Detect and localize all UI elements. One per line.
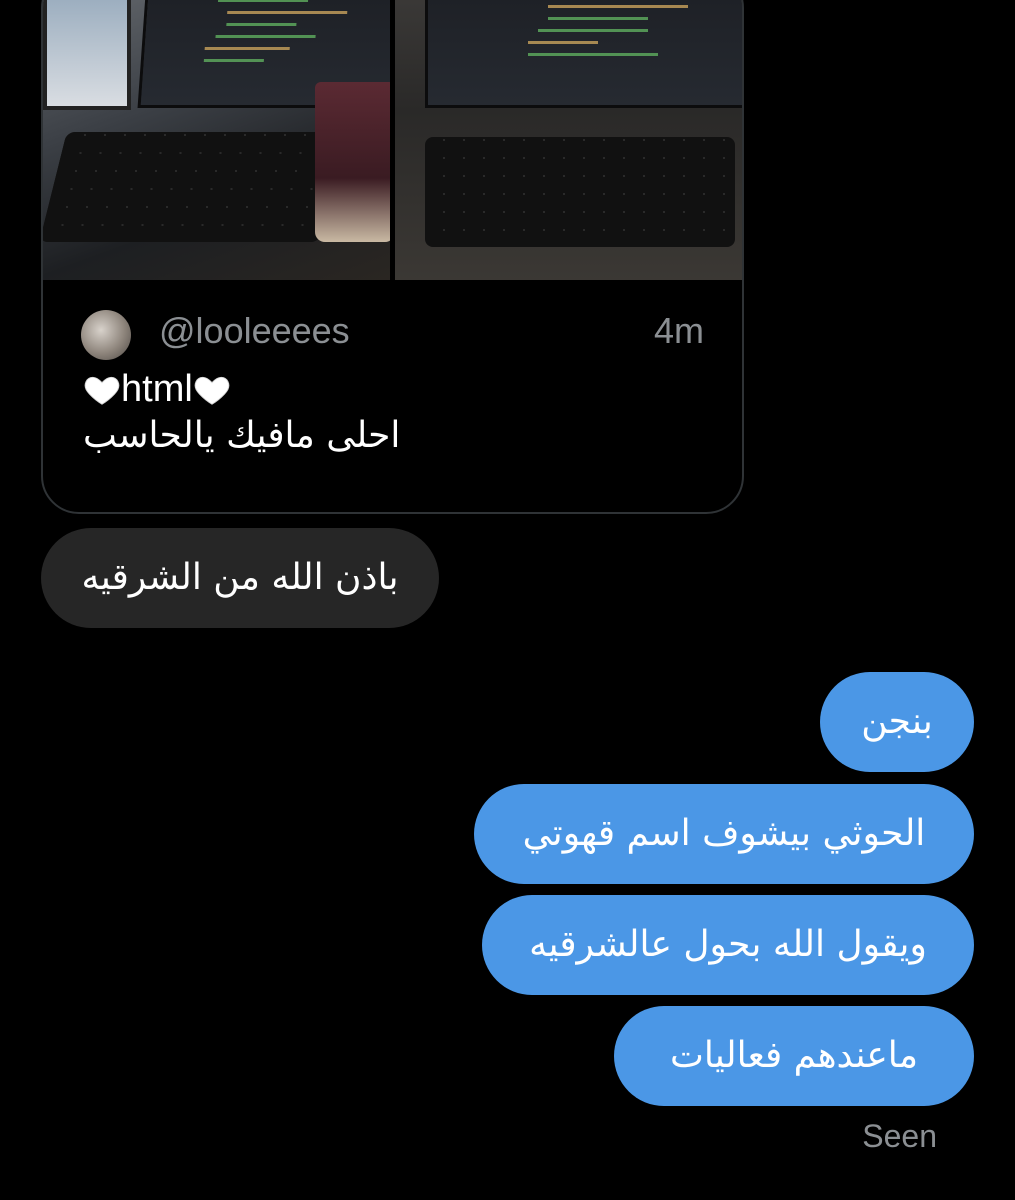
tweet-photo-laptop[interactable] (395, 0, 742, 280)
message-bubble-outgoing[interactable]: ويقول الله بحول عالشرقيه (482, 895, 974, 995)
seen-status: Seen (862, 1118, 937, 1154)
message-bubble-incoming[interactable]: باذن الله من الشرقيه (41, 528, 439, 628)
message-bubble-outgoing[interactable]: ماعندهم فعاليات (614, 1006, 974, 1106)
tweet-media (43, 0, 742, 280)
tweet-timestamp: 4m (653, 310, 704, 351)
laptop-screen (425, 0, 742, 108)
shared-tweet-card[interactable]: @looleeees 4m html احلى مافيك يالحاسب (41, 0, 744, 514)
white-heart-icon (83, 371, 121, 409)
coffee-cup (315, 82, 390, 242)
tweet-text-line-1: html (83, 368, 231, 411)
tweet-text-line-2: احلى مافيك يالحاسب (83, 415, 401, 456)
tweet-text-html: html (121, 368, 193, 410)
message-bubble-outgoing[interactable]: الحوثي بيشوف اسم قهوتي (474, 784, 974, 884)
tweet-author-handle[interactable]: @looleeees (159, 310, 350, 352)
tweet-photo-laptop-with-coffee[interactable] (43, 0, 390, 280)
second-monitor (43, 0, 131, 110)
laptop-keyboard (425, 137, 735, 247)
tweet-body: @looleeees 4m html احلى مافيك يالحاسب (43, 280, 742, 512)
message-bubble-outgoing[interactable]: بنجن (820, 672, 974, 772)
laptop-keyboard (43, 132, 347, 242)
avatar[interactable] (81, 310, 131, 360)
white-heart-icon (193, 371, 231, 409)
dm-conversation: @looleeees 4m html احلى مافيك يالحاسب با… (0, 0, 1015, 1200)
